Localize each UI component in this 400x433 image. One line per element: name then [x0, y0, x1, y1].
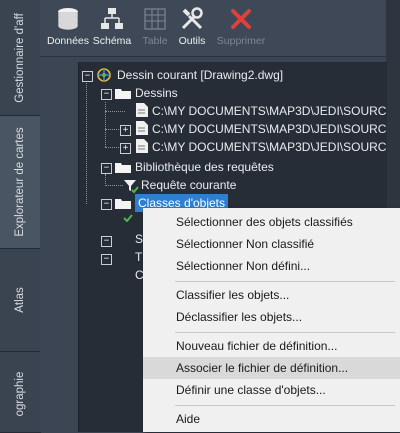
tools-icon — [181, 7, 203, 30]
folder-icon — [115, 199, 131, 209]
menu-separator — [175, 332, 395, 333]
tree-connector — [86, 76, 87, 204]
menu-select-classified[interactable]: Sélectionner des objets classifiés — [143, 211, 400, 233]
file-icon — [136, 139, 148, 153]
collapse-toggle[interactable]: − — [101, 236, 112, 247]
tree-item-query-library[interactable]: Bibliothèque des requêtes — [135, 158, 274, 176]
tree-item-partial[interactable]: T — [135, 248, 142, 266]
menu-item-label: Associer le fichier de définition... — [176, 361, 349, 375]
tree-connector — [105, 102, 106, 147]
folder-icon — [115, 163, 131, 173]
folder-icon — [115, 89, 131, 99]
table-button-label: Table — [142, 35, 168, 47]
tree-item-drawing-path[interactable]: C:\MY DOCUMENTS\MAP3D\JEDI\SOURCE\ — [152, 102, 387, 120]
toolbar: Données Schéma Table Outils Supprimer — [40, 0, 386, 57]
collapse-toggle[interactable]: − — [82, 71, 93, 82]
file-icon — [136, 103, 148, 117]
drawing-icon — [97, 68, 111, 82]
tab-label: Gestionnaire d'aff — [14, 12, 26, 103]
table-icon — [144, 8, 166, 30]
data-button-label: Données — [46, 35, 90, 47]
tree-root-label[interactable]: Dessin courant [Drawing2.dwg] — [117, 66, 283, 84]
tree-connector — [105, 185, 123, 186]
menu-item-label: Nouveau fichier de définition... — [176, 339, 338, 353]
tree-item-current-query[interactable]: Requête courante — [141, 176, 236, 194]
menu-item-label: Définir une classe d'objets... — [176, 383, 326, 397]
tab-topography[interactable]: ographie — [0, 352, 41, 433]
file-icon — [136, 121, 148, 135]
menu-select-unclassified[interactable]: Sélectionner Non classifié — [143, 233, 400, 255]
menu-item-label: Sélectionner Non défini... — [176, 259, 311, 273]
menu-select-undefined[interactable]: Sélectionner Non défini... — [143, 255, 400, 277]
delete-button[interactable]: Supprimer — [212, 6, 270, 47]
tools-button[interactable]: Outils — [172, 6, 212, 47]
menu-separator — [175, 405, 395, 406]
tree-connector — [105, 111, 125, 112]
data-button[interactable]: Données — [46, 6, 90, 47]
menu-classify-objects[interactable]: Classifier les objets... — [143, 284, 400, 306]
menu-help[interactable]: Aide — [143, 408, 400, 430]
tree-item-partial[interactable]: S — [135, 230, 143, 248]
menu-separator — [175, 281, 395, 282]
delete-icon — [231, 9, 251, 29]
tab-atlas[interactable]: Atlas — [0, 249, 41, 352]
menu-item-label: Sélectionner Non classifié — [176, 237, 315, 251]
menu-new-definition-file[interactable]: Nouveau fichier de définition... — [143, 335, 400, 357]
checkmark-icon — [123, 214, 133, 222]
side-tab-strip: Gestionnaire d'aff Explorateur de cartes… — [0, 0, 41, 433]
menu-item-label: Déclassifier les objets... — [176, 310, 303, 324]
menu-define-object-class[interactable]: Définir une classe d'objets... — [143, 379, 400, 401]
tab-label: Atlas — [14, 287, 26, 313]
context-menu: Sélectionner des objets classifiés Sélec… — [143, 208, 400, 432]
database-icon — [57, 8, 79, 31]
tree-item-drawing-path[interactable]: C:\MY DOCUMENTS\MAP3D\JEDI\SOURCE\ — [152, 138, 387, 156]
tree-item-dessins[interactable]: Dessins — [135, 84, 178, 102]
expand-toggle[interactable]: + — [120, 143, 131, 154]
tab-display-manager[interactable]: Gestionnaire d'aff — [0, 0, 41, 116]
menu-item-label: Sélectionner des objets classifiés — [176, 215, 353, 229]
table-button[interactable]: Table — [136, 6, 174, 47]
menu-declassify-objects[interactable]: Déclassifier les objets... — [143, 306, 400, 328]
menu-item-label: Aide — [176, 412, 201, 426]
tools-button-label: Outils — [178, 35, 206, 47]
tab-label: Explorateur de cartes — [14, 127, 26, 237]
expand-toggle[interactable]: + — [120, 125, 131, 136]
collapse-toggle[interactable]: − — [101, 163, 112, 174]
schema-button-label: Schéma — [92, 35, 132, 47]
delete-button-label: Supprimer — [216, 35, 266, 47]
schema-icon — [101, 8, 123, 29]
menu-attach-definition-file[interactable]: Associer le fichier de définition... — [143, 357, 400, 379]
filter-icon — [124, 180, 139, 194]
collapse-toggle[interactable]: − — [101, 199, 112, 210]
menu-item-label: Classifier les objets... — [176, 288, 290, 302]
schema-button[interactable]: Schéma — [90, 6, 134, 47]
collapse-toggle[interactable]: − — [101, 254, 112, 265]
collapse-toggle[interactable]: − — [101, 89, 112, 100]
tree-item-drawing-path[interactable]: C:\MY DOCUMENTS\MAP3D\JEDI\SOURCE\ — [152, 120, 387, 138]
tab-label: ographie — [14, 371, 26, 416]
tab-map-explorer[interactable]: Explorateur de cartes — [0, 116, 41, 249]
